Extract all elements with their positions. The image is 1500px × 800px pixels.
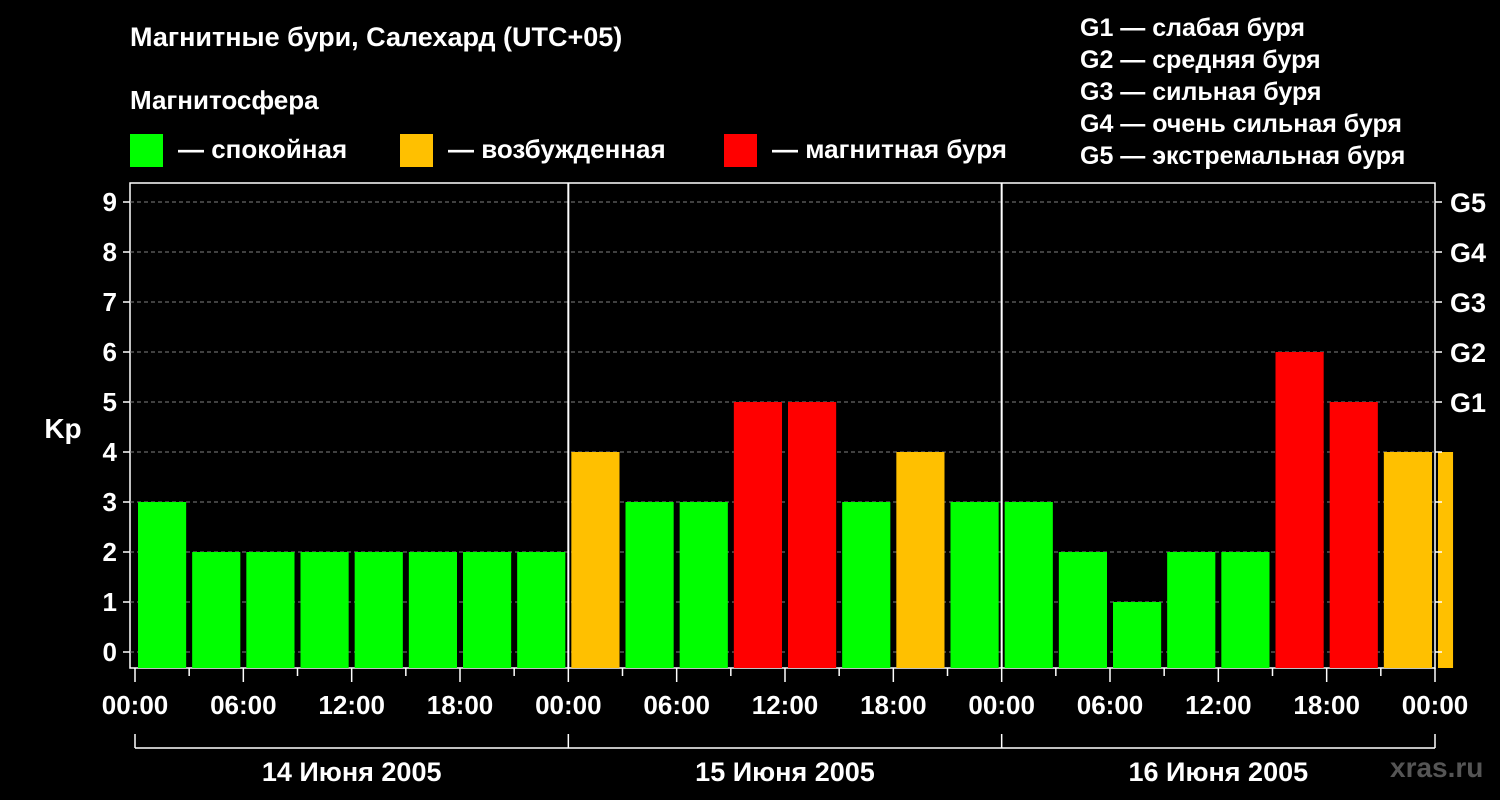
- kp-bar: [354, 552, 403, 668]
- kp-bar: [1329, 402, 1378, 668]
- y-tick-label: 1: [103, 587, 117, 617]
- kp-bar: [625, 502, 674, 668]
- x-tick-label: 00:00: [102, 690, 169, 720]
- kp-bar: [1113, 602, 1162, 668]
- x-tick-label: 00:00: [968, 690, 1035, 720]
- kp-chart: 0 1 2 3 4 5 6 7 8 9 Kp G1 G2 G3 G4 G5 00:00 06:00 12:00 18:…: [44, 182, 1486, 787]
- watermark: xras.ru: [1390, 752, 1484, 783]
- y-tick-label: 3: [103, 487, 117, 517]
- kp-bar: [788, 402, 837, 668]
- kp-bar: [1004, 502, 1053, 668]
- x-tick-label: 18:00: [860, 690, 927, 720]
- kp-bar: [571, 452, 620, 668]
- kp-bar: [1058, 552, 1107, 668]
- kp-bar: [1275, 352, 1324, 668]
- kp-bar: [517, 552, 566, 668]
- g-scale-label: G2: [1450, 338, 1486, 368]
- kp-bar: [192, 552, 241, 668]
- kp-bar: [408, 552, 457, 668]
- x-tick-label: 06:00: [1077, 690, 1144, 720]
- kp-bar: [1383, 452, 1432, 668]
- x-tick-label: 12:00: [752, 690, 819, 720]
- day-label: 16 Июня 2005: [1129, 757, 1309, 787]
- g-scale-label: G1: [1450, 388, 1486, 418]
- y-tick-label: 0: [103, 637, 117, 667]
- y-tick-label: 6: [103, 337, 117, 367]
- kp-bar: [679, 502, 728, 668]
- kp-bar: [896, 452, 945, 668]
- x-tick-label: 06:00: [210, 690, 277, 720]
- kp-bar: [950, 502, 999, 668]
- y-tick-label: 7: [103, 287, 117, 317]
- y-tick-label: 8: [103, 237, 117, 267]
- x-tick-label: 06:00: [643, 690, 710, 720]
- kp-bar: [1438, 452, 1454, 668]
- y-tick-label: 4: [103, 437, 118, 467]
- y-tick-label: 5: [103, 387, 117, 417]
- y-axis-label: Kp: [44, 413, 81, 444]
- g-scale-label: G4: [1450, 238, 1486, 268]
- kp-bar: [463, 552, 512, 668]
- kp-bar: [138, 502, 187, 668]
- x-tick-label: 00:00: [1402, 690, 1469, 720]
- g-scale-label: G3: [1450, 288, 1486, 318]
- x-tick-label: 12:00: [1185, 690, 1252, 720]
- kp-bar: [1167, 552, 1216, 668]
- kp-bar: [300, 552, 349, 668]
- day-label: 15 Июня 2005: [695, 757, 875, 787]
- g-scale-label: G5: [1450, 188, 1486, 218]
- kp-bar: [842, 502, 891, 668]
- y-tick-label: 9: [103, 187, 117, 217]
- kp-bar: [1221, 552, 1270, 668]
- x-tick-label: 18:00: [1293, 690, 1360, 720]
- x-tick-label: 18:00: [427, 690, 494, 720]
- kp-bar: [733, 402, 782, 668]
- y-tick-label: 2: [103, 537, 117, 567]
- kp-bar: [246, 552, 295, 668]
- x-tick-label: 00:00: [535, 690, 602, 720]
- x-tick-label: 12:00: [318, 690, 385, 720]
- day-label: 14 Июня 2005: [262, 757, 442, 787]
